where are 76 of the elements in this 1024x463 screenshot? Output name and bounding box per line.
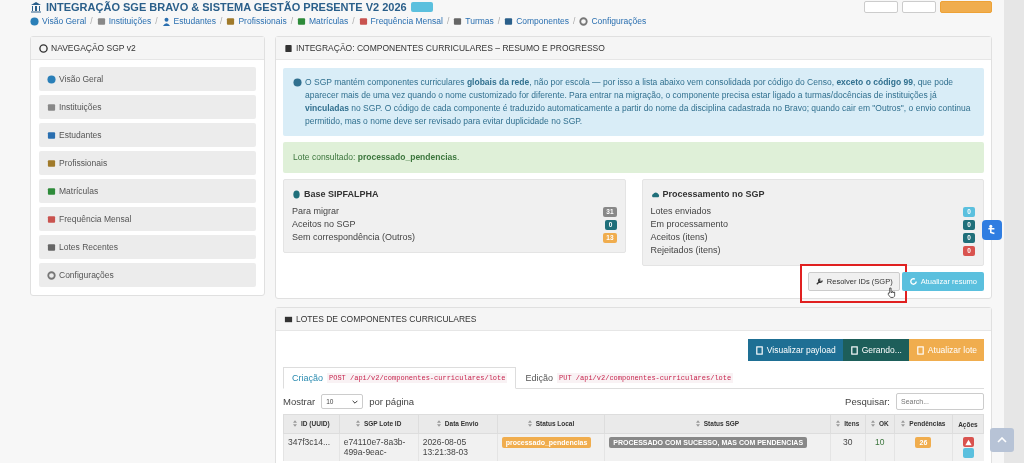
toolbar-button[interactable] <box>902 0 936 13</box>
sort-icon <box>695 420 700 427</box>
breadcrumb-link[interactable]: Frequência Mensal <box>358 16 443 26</box>
breadcrumb-separator: / <box>220 16 223 26</box>
info-icon <box>30 16 39 26</box>
refresh-icon <box>908 277 918 286</box>
sidebar-item[interactable]: Lotes Recentes <box>39 235 256 259</box>
breadcrumb-separator: / <box>352 16 355 26</box>
chevron-up-icon <box>997 437 1007 443</box>
version-badge <box>410 1 433 12</box>
sort-icon <box>836 420 841 427</box>
warning-button[interactable] <box>962 437 974 447</box>
chevron-down-icon <box>352 399 359 404</box>
panel-title: NAVEGAÇÃO SGP v2 <box>51 43 136 53</box>
stat-label: Sem correspondência (Outros) <box>292 231 416 244</box>
sidebar-item[interactable]: Estudantes <box>39 123 256 147</box>
breadcrumb-link[interactable]: Turmas <box>453 16 494 26</box>
length-label: Mostrar <box>283 396 316 407</box>
sidebar-item[interactable]: Frequência Mensal <box>39 207 256 231</box>
sidebar-item[interactable]: Configurações <box>39 263 256 287</box>
breadcrumb-link[interactable]: Estudantes <box>161 16 217 26</box>
toolbar-button[interactable] <box>940 0 992 13</box>
stat-label: Em processamento <box>650 218 729 231</box>
accessibility-button[interactable] <box>982 220 1002 240</box>
sidebar-item[interactable]: Profissionais <box>39 151 256 175</box>
scroll-top-button[interactable] <box>990 428 1014 452</box>
table-cell: 10 <box>865 433 895 461</box>
toolbar-button[interactable]: Gerando... <box>842 339 909 361</box>
card-title: Base SIPFALPHA <box>304 189 379 199</box>
toolbar-button[interactable] <box>864 0 898 13</box>
sort-icon <box>870 420 875 427</box>
toolbar-button[interactable]: Visualizar payload <box>747 339 843 361</box>
sidebar-item[interactable]: Instituições <box>39 95 256 119</box>
sort-icon <box>901 420 906 427</box>
breadcrumb-separator: / <box>573 16 576 26</box>
breadcrumb-link[interactable]: Profissionais <box>226 16 287 26</box>
sort-icon <box>293 420 298 427</box>
table-cell: 2026-08-05 13:21:38-03 <box>418 433 498 461</box>
sidebar-item[interactable]: Matrículas <box>39 179 256 203</box>
breadcrumb-separator: / <box>497 16 501 26</box>
page-title: INTEGRAÇÃO SGE BRAVO & SISTEMA GESTÃO PRESENTE V2 2026 <box>46 0 407 13</box>
length-label: por página <box>369 396 415 407</box>
table-cell: 347f3c14... <box>283 433 340 461</box>
stat-label: Lotes enviados <box>650 205 712 218</box>
warning-icon <box>964 438 972 446</box>
cloud-icon <box>650 189 660 199</box>
wrench-icon <box>814 277 824 286</box>
table-cell: 30 <box>830 433 866 461</box>
stat-label: Para migrar <box>292 205 339 218</box>
card-title: Processamento no SGP <box>662 189 765 199</box>
breadcrumb-link[interactable]: Configurações <box>579 16 647 26</box>
stat-label: Aceitos no SGP <box>292 218 356 231</box>
panel-title: LOTES DE COMPONENTES CURRICULARES <box>296 314 477 324</box>
sort-icon <box>436 420 441 427</box>
sort-icon <box>355 420 360 427</box>
search-label: Pesquisar: <box>845 396 890 407</box>
sidebar-item[interactable]: Visão Geral <box>39 67 256 91</box>
info-text: O SGP mantém componentes curriculares globais da rede, não por escola — por isso a lista abaixo vem consolidada por código do Censo, exceto o código 99, que pode aparecer mais de uma vez quando o nome customizado for diferente. Para entrar na migração, o componente precisa estar ligado a turmas/docências de instituições já vinculadas no SGP. O código de cada componente é traduzido automaticamente a partir do nome da disciplina cadastrada no Bravo; quando cair em "Outros", o envio continua permitido, mas o nome deve ser revisado para evitar duplicidade no SGP. <box>305 76 972 128</box>
breadcrumb-separator: / <box>155 16 158 26</box>
institution-icon <box>30 0 42 13</box>
sort-icon <box>527 420 532 427</box>
table-cell: e74110e7-8a3b-499a-9eac- <box>339 433 419 461</box>
info-icon <box>293 78 302 87</box>
breadcrumb-separator: / <box>90 16 93 26</box>
status-text: Lote consultado: processado_pendencias. <box>293 152 460 162</box>
stat-label: Rejeitados (itens) <box>650 244 721 257</box>
refresh-button[interactable] <box>962 448 974 458</box>
breadcrumb-link[interactable]: Matrículas <box>297 16 349 26</box>
info-icon <box>47 74 56 84</box>
breadcrumb-separator: / <box>290 16 293 26</box>
stat-label: Aceitos (itens) <box>650 231 708 244</box>
breadcrumb-separator: / <box>446 16 450 26</box>
breadcrumb-link[interactable]: Visão Geral <box>30 16 87 26</box>
panel-title: INTEGRAÇÃO: COMPONENTES CURRICULARES – RESUMO E PROGRESSO <box>296 43 605 53</box>
breadcrumb-link[interactable]: Componentes <box>504 16 570 26</box>
breadcrumb-link[interactable]: Instituições <box>96 16 152 26</box>
